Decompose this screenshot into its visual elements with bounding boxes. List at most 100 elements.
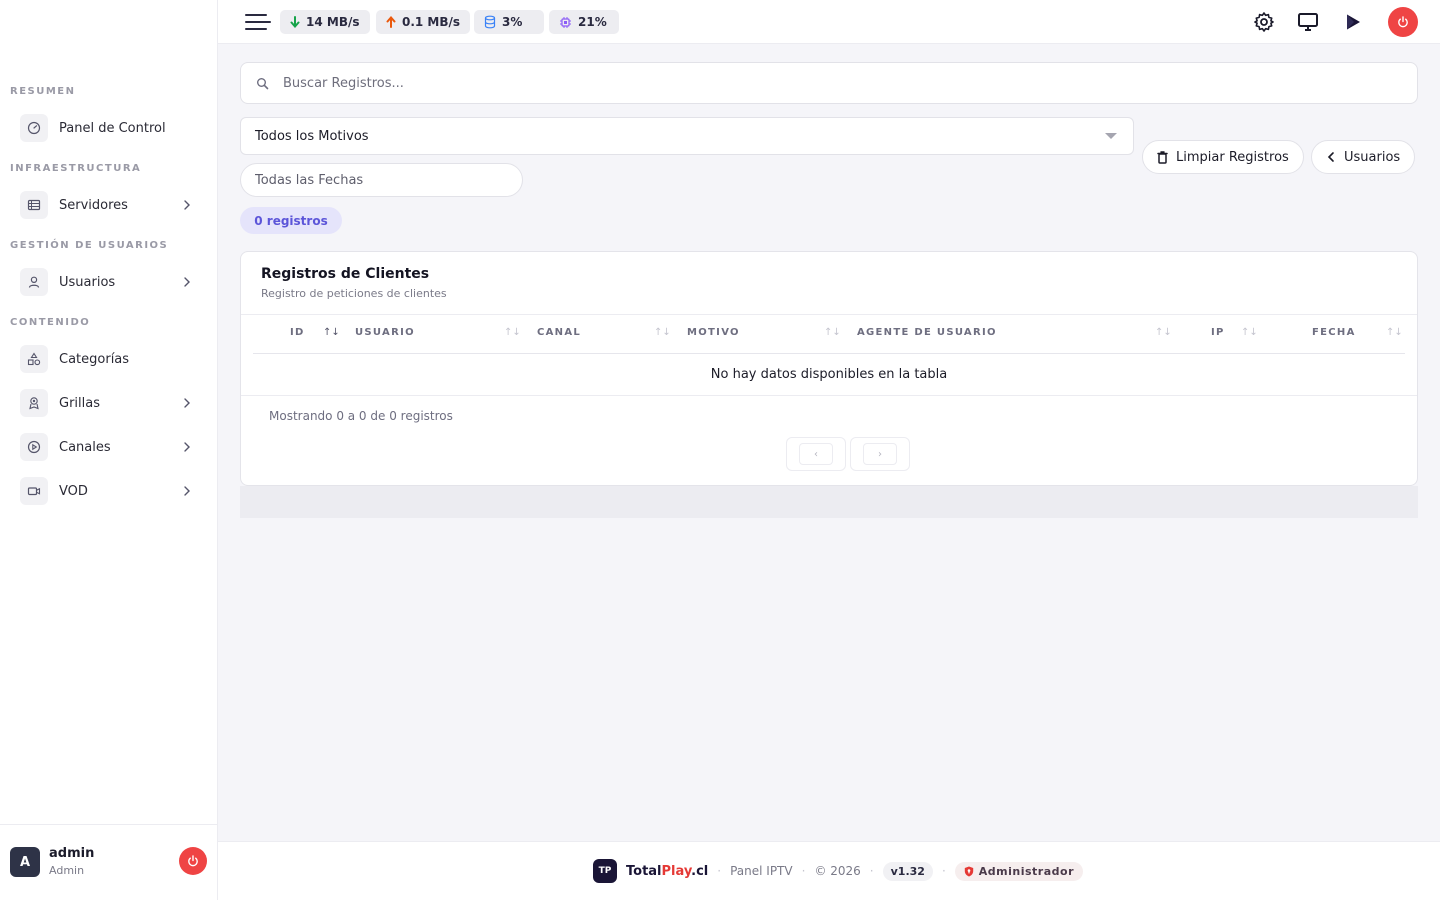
sidebar-user-box: A admin Admin: [0, 824, 218, 900]
motivo-select[interactable]: Todos los Motivos: [240, 117, 1134, 155]
cpu-icon: [560, 16, 571, 28]
sidebar-item-canales[interactable]: Canales: [20, 432, 200, 462]
footer: TP TotalPlay.cl · Panel IPTV · © 2026 · …: [218, 841, 1440, 900]
brand-main: Total: [626, 863, 662, 879]
stat-disk: 3%: [474, 10, 544, 34]
stat-cpu-value: 21%: [578, 15, 607, 29]
sidebar-item-label: Canales: [59, 439, 111, 455]
chevron-right-icon: [184, 442, 190, 452]
database-icon: [484, 15, 496, 29]
column-header-usuario[interactable]: USUARIO: [355, 327, 415, 338]
sort-icon[interactable]: ↑↓: [1155, 327, 1172, 338]
power-icon: [1398, 16, 1408, 28]
sort-icon[interactable]: ↑↓: [1241, 327, 1258, 338]
card-title: Registros de Clientes: [261, 266, 430, 282]
copyright: © 2026: [814, 864, 861, 878]
power-icon: [188, 855, 198, 867]
motivo-select-value: Todos los Motivos: [255, 129, 369, 144]
clear-logs-button[interactable]: Limpiar Registros: [1142, 140, 1304, 174]
monitor-icon: [1298, 13, 1318, 31]
stat-disk-value: 3%: [502, 15, 523, 29]
sidebar-item-panel-de-control[interactable]: Panel de Control: [20, 113, 200, 143]
sidebar-item-label: VOD: [59, 483, 88, 499]
chevron-right-icon: [184, 398, 190, 408]
sort-icon[interactable]: ↑↓: [654, 327, 671, 338]
stat-upload: 0.1 MB/s: [376, 10, 471, 34]
play-circle-icon: [20, 433, 48, 461]
back-users-label: Usuarios: [1344, 149, 1401, 165]
play-icon: [1347, 14, 1360, 30]
chevron-down-icon: [1105, 133, 1117, 139]
video-camera-icon: [20, 477, 48, 505]
table-info: Mostrando 0 a 0 de 0 registros: [269, 409, 453, 423]
version-badge: v1.32: [882, 861, 933, 881]
sort-icon[interactable]: ↑↓: [1386, 327, 1403, 338]
pagination-prev-button[interactable]: ‹: [786, 437, 846, 471]
column-header-canal[interactable]: CANAL: [537, 327, 581, 338]
card-backdrop: [240, 486, 1418, 518]
column-header-motivo[interactable]: MOTIVO: [687, 327, 740, 338]
sidebar-item-label: Servidores: [59, 197, 128, 213]
nav-section-contenido: CONTENIDO: [10, 317, 91, 328]
separator-dot: ·: [801, 864, 806, 878]
sidebar-item-label: Panel de Control: [59, 120, 166, 136]
sidebar-item-usuarios[interactable]: Usuarios: [20, 267, 200, 297]
logs-card: Registros de Clientes Registro de petici…: [240, 251, 1418, 486]
separator-dot: ·: [941, 864, 946, 878]
column-header-fecha[interactable]: FECHA: [1312, 327, 1356, 338]
clear-logs-label: Limpiar Registros: [1176, 149, 1289, 165]
chevron-left-icon: ‹: [799, 443, 833, 465]
divider: [241, 314, 1417, 315]
pagination-next-button[interactable]: ›: [850, 437, 910, 471]
server-icon: [20, 191, 48, 219]
sidebar-item-categorias[interactable]: Categorías: [20, 344, 200, 374]
topbar: 14 MB/s 0.1 MB/s 3% 21%: [218, 0, 1440, 44]
chevron-right-icon: [184, 277, 190, 287]
date-input[interactable]: [255, 164, 505, 196]
sidebar-item-vod[interactable]: VOD: [20, 476, 200, 506]
sidebar-item-label: Usuarios: [59, 274, 116, 290]
search-input[interactable]: [283, 63, 1403, 103]
sidebar-item-grillas[interactable]: Grillas: [20, 388, 200, 418]
sort-icon[interactable]: ↑↓: [824, 327, 841, 338]
column-header-id[interactable]: ID: [290, 327, 305, 338]
power-button[interactable]: [1388, 7, 1418, 37]
chevron-right-icon: [184, 486, 190, 496]
sidebar: RESUMEN Panel de Control INFRAESTRUCTURA…: [0, 0, 218, 900]
sort-icon[interactable]: ↑↓: [504, 327, 521, 338]
avatar[interactable]: A: [10, 847, 40, 877]
user-name: admin: [49, 846, 95, 861]
chevron-left-icon: [1327, 152, 1334, 162]
separator-dot: ·: [869, 864, 874, 878]
grid-badge-icon: [20, 389, 48, 417]
divider: [241, 395, 1417, 396]
sidebar-item-servidores[interactable]: Servidores: [20, 190, 200, 220]
search-box: [240, 62, 1418, 104]
panel-label: Panel IPTV: [730, 864, 793, 878]
empty-table-message: No hay datos disponibles en la tabla: [710, 367, 948, 382]
brand-name[interactable]: TotalPlay.cl: [626, 864, 708, 879]
trash-icon: [1157, 150, 1168, 164]
gauge-icon: [20, 114, 48, 142]
column-header-agente[interactable]: AGENTE DE USUARIO: [857, 327, 997, 338]
sort-desc-icon[interactable]: ↑↓: [323, 327, 340, 338]
chevron-right-icon: [184, 200, 190, 210]
record-count-badge: 0 registros: [240, 207, 342, 234]
monitor-button[interactable]: [1296, 10, 1320, 34]
stat-download: 14 MB/s: [280, 10, 370, 34]
shield-icon: [964, 866, 973, 876]
back-users-button[interactable]: Usuarios: [1311, 140, 1416, 174]
hamburger-menu-icon[interactable]: [245, 12, 271, 32]
settings-button[interactable]: [1252, 10, 1276, 34]
user-role: Admin: [49, 864, 85, 877]
stat-download-value: 14 MB/s: [306, 15, 360, 29]
search-icon: [257, 78, 269, 90]
column-header-ip[interactable]: IP: [1211, 327, 1225, 338]
gear-icon: [1254, 12, 1274, 32]
sidebar-item-label: Categorías: [59, 351, 130, 367]
separator-dot: ·: [717, 864, 722, 878]
nav-section-infraestructura: INFRAESTRUCTURA: [10, 163, 142, 174]
sidebar-item-label: Grillas: [59, 395, 100, 411]
play-button[interactable]: [1341, 10, 1365, 34]
logout-button[interactable]: [179, 847, 207, 875]
